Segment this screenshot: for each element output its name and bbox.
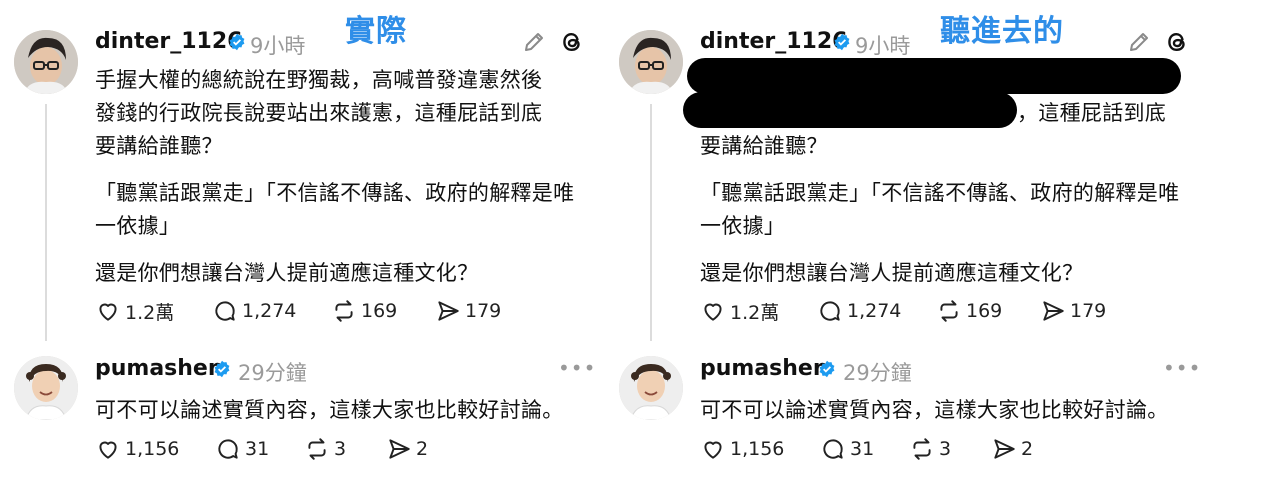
avatar-pumashen[interactable] <box>619 356 683 420</box>
post-text-fragment: ，這種屁話到底 <box>1017 101 1167 125</box>
panel-actual: 實際 dinter_1126 9小時 手握大權的總統說在野獨裁，高喊普發違憲然後… <box>0 0 600 477</box>
more-icon[interactable]: ••• <box>1163 356 1201 380</box>
share-count: 179 <box>465 300 502 322</box>
repost-icon <box>308 438 326 460</box>
post-text-line: 一依據」 <box>700 214 786 238</box>
username-pumashen[interactable]: pumashen <box>95 356 224 381</box>
heart-icon <box>99 441 117 459</box>
repost-icon <box>335 300 353 322</box>
like-button[interactable]: 1,156 <box>700 436 784 462</box>
post-text-line: 可不可以論述實質內容，這樣大家也比較好討論。 <box>700 398 1169 422</box>
verified-badge-icon <box>229 33 245 51</box>
like-count: 1,156 <box>125 438 180 460</box>
reply-button[interactable]: 31 <box>215 436 269 462</box>
reply-button[interactable]: 31 <box>820 436 874 462</box>
repost-count: 3 <box>334 438 347 460</box>
post-text-line: 手握大權的總統說在野獨裁，高喊普發違憲然後 <box>95 68 543 92</box>
caption-heard: 聽進去的 <box>940 14 1064 49</box>
post-text-line: 要講給誰聽？ <box>700 134 828 158</box>
username-pumashen[interactable]: pumashen <box>700 356 829 381</box>
reply-count: 1,274 <box>242 300 297 322</box>
post-text-line: 發錢的行政院長說要站出來護憲，這種屁話到底 <box>95 101 543 125</box>
send-icon <box>438 301 459 321</box>
like-count: 1.2萬 <box>125 301 175 324</box>
repost-icon <box>940 300 958 322</box>
reply-button[interactable]: 1,274 <box>817 298 901 324</box>
repost-button[interactable]: 3 <box>909 436 951 462</box>
comment-icon <box>218 439 238 459</box>
like-button[interactable]: 1,156 <box>95 436 179 462</box>
caption-actual: 實際 <box>345 14 407 49</box>
pencil-icon[interactable] <box>1127 30 1151 54</box>
avatar-dinter[interactable] <box>14 30 78 94</box>
share-button[interactable]: 2 <box>991 436 1033 462</box>
threads-icon[interactable] <box>559 29 585 55</box>
post-text-line: 「聽黨話跟黨走」「不信謠不傳謠、政府的解釋是唯 <box>700 181 1180 205</box>
post-text-line: 要講給誰聽？ <box>95 134 223 158</box>
reply-count: 31 <box>245 438 270 460</box>
comment-icon <box>820 301 840 321</box>
post-text-line: 可不可以論述實質內容，這樣大家也比較好討論。 <box>95 398 564 422</box>
thread-line <box>45 104 47 341</box>
send-icon <box>1043 301 1064 321</box>
reply-button[interactable]: 1,274 <box>212 298 296 324</box>
repost-button[interactable]: 169 <box>331 298 397 324</box>
avatar-pumashen[interactable] <box>14 356 78 420</box>
like-count: 1,156 <box>730 438 785 460</box>
share-count: 2 <box>416 438 429 460</box>
timestamp: 9小時 <box>855 34 911 58</box>
reply-count: 1,274 <box>847 300 902 322</box>
heart-icon <box>704 303 722 321</box>
repost-count: 169 <box>966 300 1003 322</box>
post-text-line: 「聽黨話跟黨走」「不信謠不傳謠、政府的解釋是唯 <box>95 181 575 205</box>
repost-count: 3 <box>939 438 952 460</box>
pencil-icon[interactable] <box>522 30 546 54</box>
post-text-line: 一依據」 <box>95 214 181 238</box>
send-icon <box>389 439 410 459</box>
redaction-bar <box>683 92 1017 128</box>
share-button[interactable]: 179 <box>435 298 501 324</box>
heart-icon <box>704 441 722 459</box>
thread-line <box>650 104 652 341</box>
send-icon <box>994 439 1015 459</box>
threads-icon[interactable] <box>1164 29 1190 55</box>
like-button[interactable]: 1.2萬 <box>95 298 174 324</box>
repost-button[interactable]: 3 <box>304 436 346 462</box>
timestamp: 9小時 <box>250 34 306 58</box>
heart-icon <box>99 303 117 321</box>
like-count: 1.2萬 <box>730 301 780 324</box>
verified-badge-icon <box>834 33 850 51</box>
username-dinter[interactable]: dinter_1126 <box>700 29 847 54</box>
redaction-bar <box>687 58 1181 94</box>
comment-icon <box>215 301 235 321</box>
timestamp: 29分鐘 <box>843 361 912 385</box>
share-count: 179 <box>1070 300 1107 322</box>
post-text-line: 還是你們想讓台灣人提前適應這種文化？ <box>95 261 479 285</box>
comment-icon <box>823 439 843 459</box>
verified-badge-icon <box>819 360 835 378</box>
avatar-dinter[interactable] <box>619 30 683 94</box>
panel-heard: 聽進去的 dinter_1126 9小時 ，這種屁話到底 要講給誰聽？ 「聽黨話… <box>605 0 1205 477</box>
repost-count: 169 <box>361 300 398 322</box>
more-icon[interactable]: ••• <box>558 356 596 380</box>
username-dinter[interactable]: dinter_1126 <box>95 29 242 54</box>
reply-count: 31 <box>850 438 875 460</box>
like-button[interactable]: 1.2萬 <box>700 298 779 324</box>
post-text-line: 還是你們想讓台灣人提前適應這種文化？ <box>700 261 1084 285</box>
share-count: 2 <box>1021 438 1034 460</box>
share-button[interactable]: 179 <box>1040 298 1106 324</box>
share-button[interactable]: 2 <box>386 436 428 462</box>
repost-icon <box>913 438 931 460</box>
verified-badge-icon <box>214 360 230 378</box>
timestamp: 29分鐘 <box>238 361 307 385</box>
repost-button[interactable]: 169 <box>936 298 1002 324</box>
